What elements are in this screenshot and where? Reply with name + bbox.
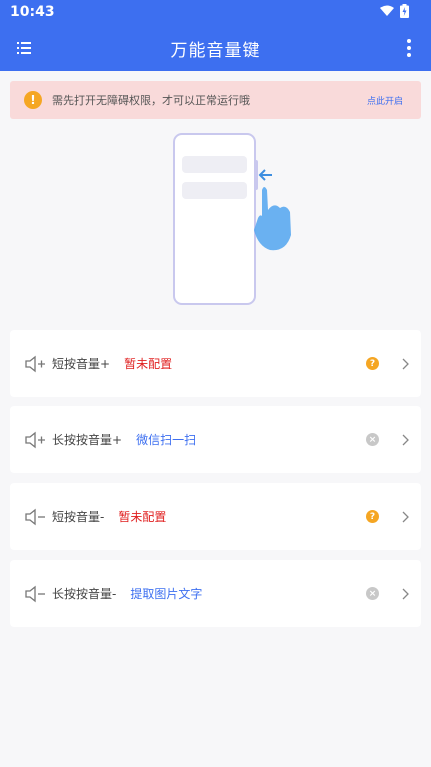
enable-permission-link[interactable]: 点此开启 <box>367 94 403 107</box>
card-value: 暂未配置 <box>124 357 173 371</box>
question-icon: ? <box>366 510 379 523</box>
chevron-right-icon <box>402 511 409 523</box>
chevron-right-icon <box>402 434 409 446</box>
wifi-icon <box>380 5 394 16</box>
card-short-press-volume-down[interactable]: 短按音量- 暂未配置 ? <box>10 483 421 550</box>
status-time: 10:43 <box>10 4 55 20</box>
card-label: 长按按音量+ <box>52 433 123 447</box>
warning-icon: ! <box>24 91 42 109</box>
chevron-right-icon <box>402 588 409 600</box>
card-label: 短按音量- <box>52 510 105 524</box>
chevron-right-icon <box>402 358 409 370</box>
battery-icon <box>400 4 409 18</box>
card-long-press-volume-down[interactable]: 长按按音量- 提取图片文字 × <box>10 560 421 627</box>
card-label: 短按音量+ <box>52 357 111 371</box>
app-bar: 10:43 万能音量键 <box>0 0 431 71</box>
card-value: 提取图片文字 <box>130 587 203 601</box>
status-icons <box>380 4 409 18</box>
question-icon: ? <box>366 357 379 370</box>
card-value: 暂未配置 <box>118 510 167 524</box>
volume-minus-icon <box>25 585 45 602</box>
clear-icon[interactable]: × <box>366 587 379 600</box>
banner-text: 需先打开无障碍权限，才可以正常运行哦 <box>52 94 250 107</box>
card-short-press-volume-up[interactable]: 短按音量+ 暂未配置 ? <box>10 330 421 397</box>
card-value: 微信扫一扫 <box>136 433 197 447</box>
phone-side-button-illustration <box>173 133 291 305</box>
volume-plus-icon <box>25 431 45 448</box>
card-long-press-volume-up[interactable]: 长按按音量+ 微信扫一扫 × <box>10 406 421 473</box>
clear-icon[interactable]: × <box>366 433 379 446</box>
page-title: 万能音量键 <box>170 41 261 61</box>
more-options-icon[interactable] <box>401 38 417 58</box>
volume-plus-icon <box>25 355 45 372</box>
card-label: 长按按音量- <box>52 587 117 601</box>
volume-minus-icon <box>25 508 45 525</box>
accessibility-permission-banner: ! 需先打开无障碍权限，才可以正常运行哦 点此开启 <box>10 81 421 119</box>
